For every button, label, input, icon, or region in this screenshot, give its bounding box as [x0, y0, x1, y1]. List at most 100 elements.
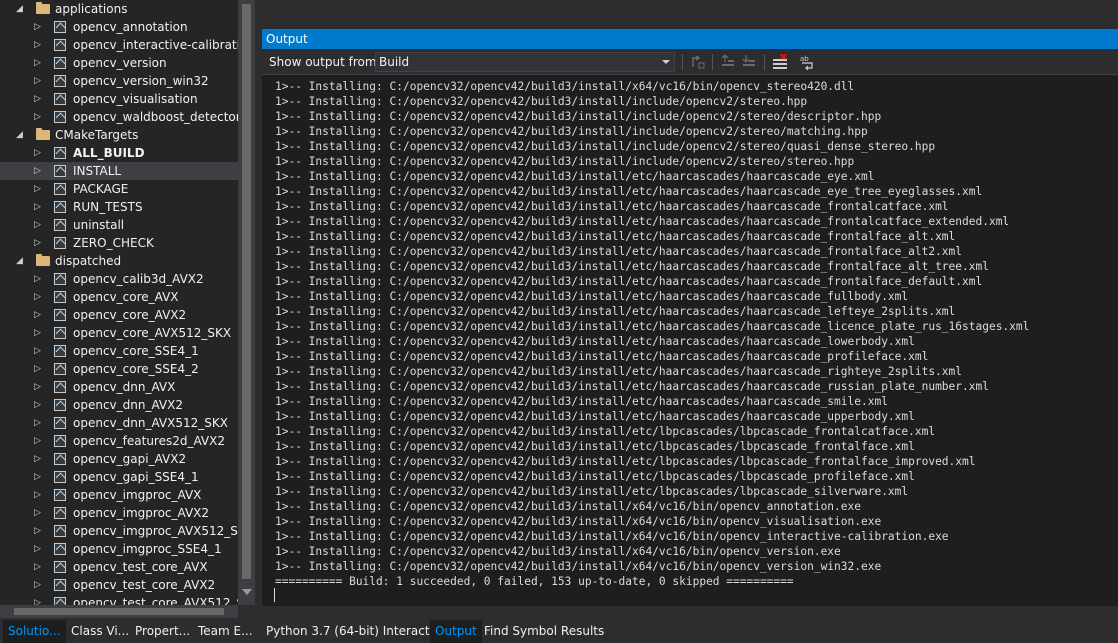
- tree-item[interactable]: ▷ opencv_imgproc_AVX512_SKX: [0, 522, 238, 540]
- bottom-tab[interactable]: Find Symbol Results: [479, 620, 609, 643]
- tree-item[interactable]: ▷ opencv_imgproc_SSE4_1: [0, 540, 238, 558]
- collapsed-arrow-icon[interactable]: ▷: [34, 414, 44, 432]
- tree-item[interactable]: ▷ opencv_interactive-calibration: [0, 36, 238, 54]
- tree-item[interactable]: ▷ INSTALL: [0, 162, 238, 180]
- collapsed-arrow-icon[interactable]: ▷: [34, 36, 44, 54]
- bottom-tab[interactable]: Python 3.7 (64-bit) Interactive: [261, 620, 452, 643]
- collapsed-arrow-icon[interactable]: ▷: [34, 378, 44, 396]
- collapsed-arrow-icon[interactable]: ▷: [34, 216, 44, 234]
- collapsed-arrow-icon[interactable]: ▷: [34, 360, 44, 378]
- tree-item[interactable]: ▷ opencv_imgproc_AVX: [0, 486, 238, 504]
- collapsed-arrow-icon[interactable]: ▷: [34, 576, 44, 594]
- tree-item[interactable]: ▷ opencv_features2d_AVX2: [0, 432, 238, 450]
- tree-item[interactable]: ▷ opencv_gapi_AVX2: [0, 450, 238, 468]
- collapsed-arrow-icon[interactable]: ▷: [34, 180, 44, 198]
- output-line: 1>-- Installing: C:/opencv32/opencv42/bu…: [275, 260, 989, 273]
- tree-item[interactable]: ◢ dispatched: [0, 252, 238, 270]
- tree-item[interactable]: ▷ opencv_core_AVX512_SKX: [0, 324, 238, 342]
- project-icon: [54, 201, 66, 213]
- bottom-tab[interactable]: Output: [430, 620, 482, 643]
- tree-vertical-scrollbar[interactable]: [238, 0, 255, 605]
- next-message-icon[interactable]: [741, 54, 757, 70]
- tree-item[interactable]: ▷ opencv_core_AVX: [0, 288, 238, 306]
- tree-item[interactable]: ▷ opencv_annotation: [0, 18, 238, 36]
- tree-item[interactable]: ▷ ALL_BUILD: [0, 144, 238, 162]
- tree-item[interactable]: ▷ opencv_gapi_SSE4_1: [0, 468, 238, 486]
- project-icon: [54, 453, 66, 465]
- collapsed-arrow-icon[interactable]: ▷: [34, 342, 44, 360]
- tree-item-label: opencv_annotation: [73, 20, 188, 34]
- toolbar-separator: [712, 54, 713, 70]
- tree-item[interactable]: ▷ opencv_dnn_AVX: [0, 378, 238, 396]
- collapsed-arrow-icon[interactable]: ▷: [34, 90, 44, 108]
- clear-all-icon[interactable]: [772, 53, 788, 70]
- expanded-arrow-icon[interactable]: ◢: [16, 0, 26, 18]
- collapsed-arrow-icon[interactable]: ▷: [34, 396, 44, 414]
- word-wrap-icon[interactable]: ab: [799, 54, 815, 71]
- collapsed-arrow-icon[interactable]: ▷: [34, 540, 44, 558]
- tree-item[interactable]: ▷ opencv_waldboost_detector: [0, 108, 238, 126]
- tree-scroll-thumb[interactable]: [242, 4, 251, 579]
- tree-horizontal-scrollbar[interactable]: [0, 605, 238, 618]
- tree-item-label: opencv_version_win32: [73, 74, 209, 88]
- bottom-tab[interactable]: Solutio...: [3, 620, 66, 643]
- tree-item[interactable]: ▷ opencv_core_SSE4_1: [0, 342, 238, 360]
- project-icon: [54, 39, 66, 51]
- collapsed-arrow-icon[interactable]: ▷: [34, 108, 44, 126]
- tree-item[interactable]: ▷ opencv_test_core_AVX2: [0, 576, 238, 594]
- tree-item[interactable]: ▷ opencv_core_AVX2: [0, 306, 238, 324]
- tree-item[interactable]: ◢ CMakeTargets: [0, 126, 238, 144]
- output-line: 1>-- Installing: C:/opencv32/opencv42/bu…: [275, 320, 1030, 333]
- collapsed-arrow-icon[interactable]: ▷: [34, 288, 44, 306]
- tree-item[interactable]: ▷ PACKAGE: [0, 180, 238, 198]
- tree-item[interactable]: ▷ ZERO_CHECK: [0, 234, 238, 252]
- collapsed-arrow-icon[interactable]: ▷: [34, 270, 44, 288]
- tree-item[interactable]: ▷ opencv_test_core_AVX512_SKX: [0, 594, 238, 605]
- output-horizontal-scrollbar[interactable]: [262, 606, 1118, 620]
- tree-item[interactable]: ▷ opencv_calib3d_AVX2: [0, 270, 238, 288]
- collapsed-arrow-icon[interactable]: ▷: [34, 450, 44, 468]
- collapsed-arrow-icon[interactable]: ▷: [34, 486, 44, 504]
- collapsed-arrow-icon[interactable]: ▷: [34, 558, 44, 576]
- collapsed-arrow-icon[interactable]: ▷: [34, 468, 44, 486]
- expanded-arrow-icon[interactable]: ◢: [16, 252, 26, 270]
- collapsed-arrow-icon[interactable]: ▷: [34, 522, 44, 540]
- bottom-tab[interactable]: Class Vi...: [66, 620, 134, 643]
- collapsed-arrow-icon[interactable]: ▷: [34, 594, 44, 605]
- collapsed-arrow-icon[interactable]: ▷: [34, 432, 44, 450]
- tree-item[interactable]: ▷ opencv_test_core_AVX: [0, 558, 238, 576]
- collapsed-arrow-icon[interactable]: ▷: [34, 306, 44, 324]
- prev-message-icon[interactable]: [720, 54, 736, 70]
- scroll-down-arrow-icon[interactable]: [242, 589, 252, 595]
- project-icon: [54, 57, 66, 69]
- tree-item[interactable]: ▷ opencv_visualisation: [0, 90, 238, 108]
- tree-item-label: opencv_test_core_AVX512_SKX: [73, 596, 238, 605]
- tree-item[interactable]: ▷ opencv_dnn_AVX512_SKX: [0, 414, 238, 432]
- collapsed-arrow-icon[interactable]: ▷: [34, 324, 44, 342]
- tree-item[interactable]: ▷ opencv_dnn_AVX2: [0, 396, 238, 414]
- collapsed-arrow-icon[interactable]: ▷: [34, 18, 44, 36]
- tree-item[interactable]: ▷ RUN_TESTS: [0, 198, 238, 216]
- collapsed-arrow-icon[interactable]: ▷: [34, 54, 44, 72]
- bottom-tab[interactable]: Team E...: [193, 620, 258, 643]
- bottom-tab[interactable]: Propert...: [130, 620, 195, 643]
- collapsed-arrow-icon[interactable]: ▷: [34, 234, 44, 252]
- collapsed-arrow-icon[interactable]: ▷: [34, 144, 44, 162]
- output-source-dropdown[interactable]: Build: [375, 52, 675, 72]
- collapsed-arrow-icon[interactable]: ▷: [34, 198, 44, 216]
- tree-item[interactable]: ▷ opencv_core_SSE4_2: [0, 360, 238, 378]
- collapsed-arrow-icon[interactable]: ▷: [34, 504, 44, 522]
- collapsed-arrow-icon[interactable]: ▷: [34, 72, 44, 90]
- tree-item[interactable]: ◢ applications: [0, 0, 238, 18]
- output-text-area[interactable]: 1>-- Installing: C:/opencv32/opencv42/bu…: [262, 75, 1118, 606]
- collapsed-arrow-icon[interactable]: ▷: [34, 162, 44, 180]
- tree-item[interactable]: ▷ opencv_version: [0, 54, 238, 72]
- tree-item[interactable]: ▷ uninstall: [0, 216, 238, 234]
- tree-item[interactable]: ▷ opencv_imgproc_AVX2: [0, 504, 238, 522]
- find-message-icon[interactable]: [690, 54, 706, 70]
- project-icon: [54, 219, 66, 231]
- tree-hscroll-thumb[interactable]: [14, 608, 224, 615]
- expanded-arrow-icon[interactable]: ◢: [16, 126, 26, 144]
- output-panel-title[interactable]: Output: [262, 29, 1118, 49]
- tree-item[interactable]: ▷ opencv_version_win32: [0, 72, 238, 90]
